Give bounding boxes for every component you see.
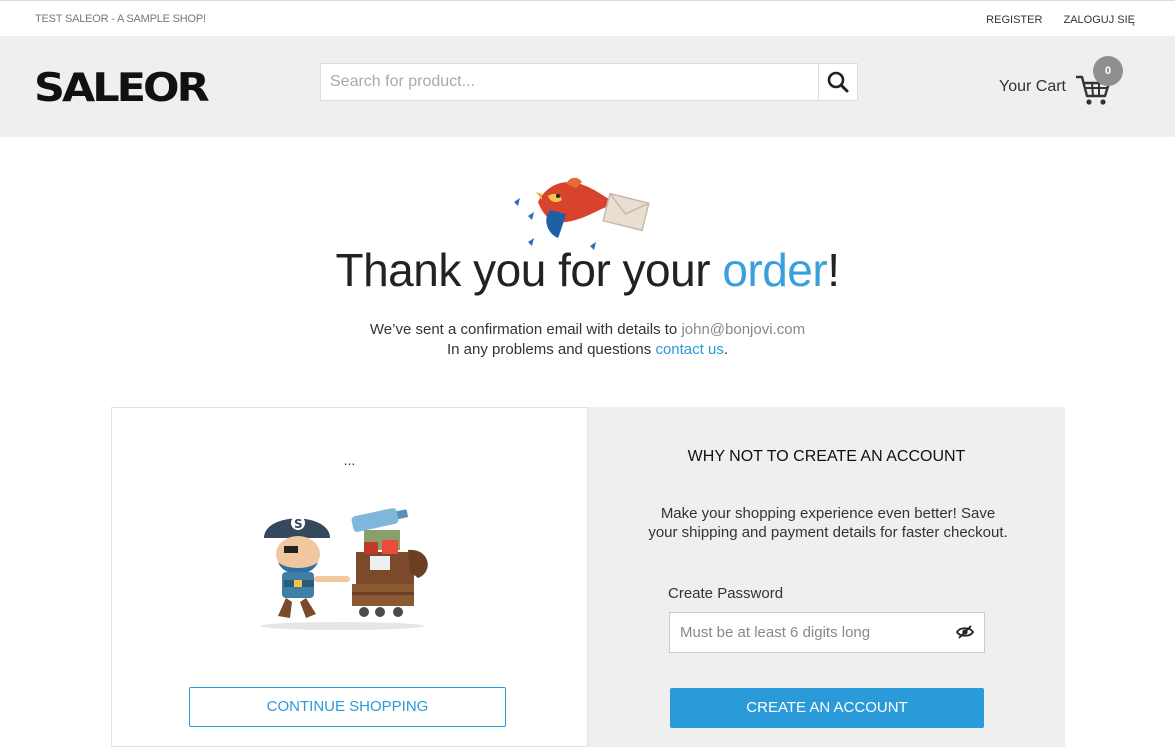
password-label: Create Password <box>668 585 784 602</box>
password-field <box>669 612 985 653</box>
cart-count-badge: 0 <box>1093 56 1123 86</box>
continue-panel: ... S CONTINUE SHOPPING <box>111 407 588 747</box>
header: SALEOR Your Cart 0 <box>0 36 1175 137</box>
page-title: Thank you for your order! <box>0 243 1175 297</box>
title-text: Thank you for your <box>335 244 723 296</box>
continue-shopping-button[interactable]: CONTINUE SHOPPING <box>189 687 506 727</box>
cart-button[interactable]: Your Cart 0 <box>999 56 1129 110</box>
account-links: REGISTER ZALOGUJ SIĘ <box>968 14 1135 26</box>
password-input[interactable] <box>670 613 950 652</box>
contact-us-link[interactable]: contact us <box>655 341 723 358</box>
shop-name: TEST SALEOR - A SAMPLE SHOP! <box>35 13 206 25</box>
email-sentence: We’ve sent a confirmation email with det… <box>369 321 682 338</box>
create-account-description: Make your shopping experience even bette… <box>648 505 1008 541</box>
create-account-panel: WHY NOT TO CREATE AN ACCOUNT Make your s… <box>588 407 1065 747</box>
panel-dots: ... <box>343 452 356 468</box>
search-input[interactable] <box>321 64 819 100</box>
logo[interactable]: SALEOR <box>34 65 210 111</box>
search-button[interactable] <box>818 64 857 100</box>
create-account-heading: WHY NOT TO CREATE AN ACCOUNT <box>687 448 966 465</box>
login-link[interactable]: ZALOGUJ SIĘ <box>1063 14 1135 26</box>
register-link[interactable]: REGISTER <box>986 14 1042 26</box>
title-accent: order <box>722 244 828 296</box>
title-end: ! <box>827 244 840 296</box>
confirmation-message: We’ve sent a confirmation email with det… <box>0 320 1175 360</box>
top-bar: TEST SALEOR - A SAMPLE SHOP! REGISTER ZA… <box>0 0 1175 37</box>
customer-email: john@bonjovi.com <box>681 321 806 338</box>
svg-text:S: S <box>294 517 303 531</box>
help-sentence: In any problems and questions <box>446 341 656 358</box>
search-icon <box>827 71 849 93</box>
pirate-cart-illustration: S <box>260 508 428 630</box>
eye-slash-icon[interactable] <box>956 625 974 639</box>
help-period: . <box>723 341 728 358</box>
search-bar <box>320 63 858 101</box>
cart-label: Your Cart <box>999 78 1066 95</box>
create-account-button[interactable]: CREATE AN ACCOUNT <box>670 688 984 728</box>
